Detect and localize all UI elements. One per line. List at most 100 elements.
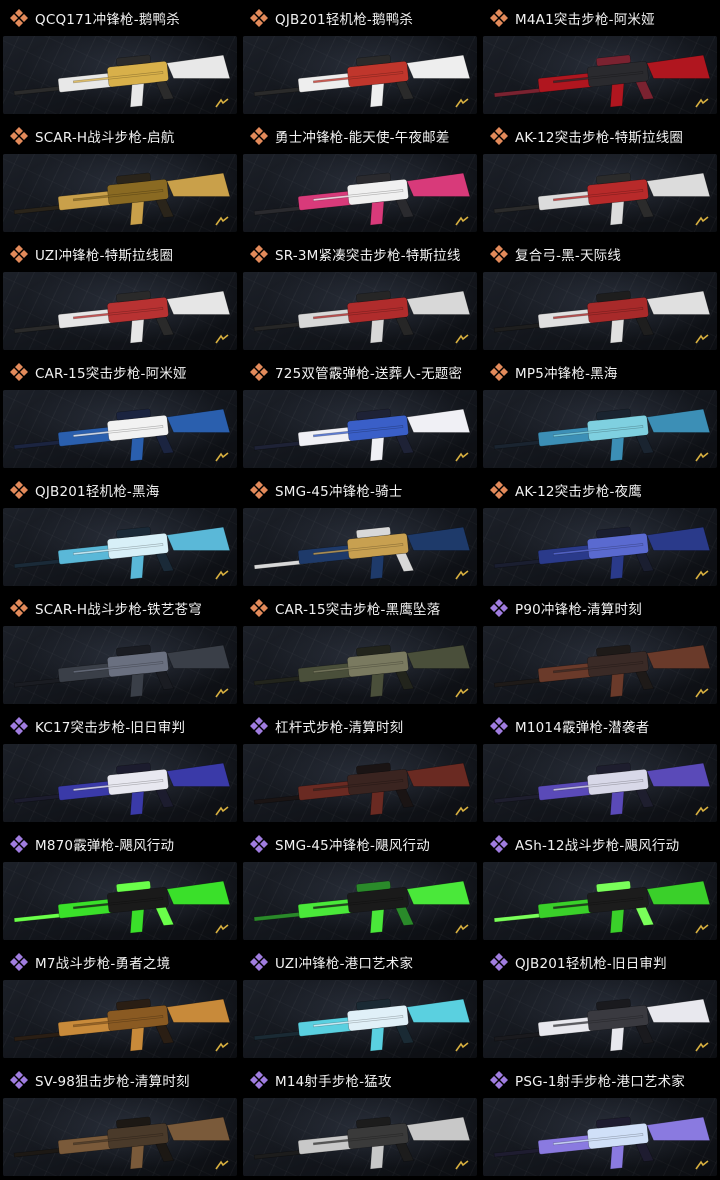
skin-card-25[interactable]: M7战斗步枪-勇者之境 <box>0 944 240 1062</box>
orange-diamond-rarity-icon <box>250 363 268 381</box>
skin-card-header: 勇士冲锋枪-能天使-午夜邮差 <box>243 118 477 154</box>
corner-mark-icon <box>455 570 469 580</box>
skin-card-header: ASh-12战斗步枪-飓风行动 <box>483 826 717 862</box>
skin-card-19[interactable]: KC17突击步枪-旧日审判 <box>0 708 240 826</box>
skin-card-3[interactable]: M4A1突击步枪-阿米娅 <box>480 0 720 118</box>
corner-mark-icon <box>695 98 709 108</box>
skin-card-17[interactable]: CAR-15突击步枪-黑鹰坠落 <box>240 590 480 708</box>
purple-diamond-rarity-icon <box>250 717 268 735</box>
purple-diamond-rarity-icon <box>250 953 268 971</box>
corner-mark-icon <box>455 1042 469 1052</box>
skin-card-13[interactable]: QJB201轻机枪-黑海 <box>0 472 240 590</box>
corner-mark-icon <box>455 98 469 108</box>
weapon-illustration <box>13 644 231 698</box>
weapon-preview-image <box>3 154 237 232</box>
weapon-preview-image <box>243 36 477 114</box>
skin-card-6[interactable]: AK-12突击步枪-特斯拉线圈 <box>480 118 720 236</box>
skin-title: SR-3M紧凑突击步枪-特斯拉线 <box>275 248 461 264</box>
skin-title: SCAR-H战斗步枪-铁艺苍穹 <box>35 602 202 618</box>
skin-card-30[interactable]: PSG-1射手步枪-港口艺术家 <box>480 1062 720 1180</box>
skin-card-28[interactable]: SV-98狙击步枪-清算时刻 <box>0 1062 240 1180</box>
weapon-preview-image <box>483 1098 717 1176</box>
weapon-illustration <box>493 54 711 108</box>
skin-card-4[interactable]: SCAR-H战斗步枪-启航 <box>0 118 240 236</box>
skin-card-5[interactable]: 勇士冲锋枪-能天使-午夜邮差 <box>240 118 480 236</box>
corner-mark-icon <box>455 1160 469 1170</box>
orange-diamond-rarity-icon <box>250 481 268 499</box>
weapon-illustration <box>253 526 471 580</box>
weapon-preview-image <box>3 1098 237 1176</box>
weapon-illustration <box>13 54 231 108</box>
weapon-preview-image <box>243 390 477 468</box>
skin-card-header: AK-12突击步枪-特斯拉线圈 <box>483 118 717 154</box>
weapon-preview-image <box>3 508 237 586</box>
skin-card-22[interactable]: M870霰弹枪-飓风行动 <box>0 826 240 944</box>
purple-diamond-rarity-icon <box>490 717 508 735</box>
orange-diamond-rarity-icon <box>490 127 508 145</box>
skin-title: CAR-15突击步枪-阿米娅 <box>35 366 187 382</box>
purple-diamond-rarity-icon <box>490 1071 508 1089</box>
weapon-illustration <box>253 762 471 816</box>
skin-card-1[interactable]: QCQ171冲锋枪-鹅鸭杀 <box>0 0 240 118</box>
skin-title: PSG-1射手步枪-港口艺术家 <box>515 1074 686 1090</box>
corner-mark-icon <box>215 924 229 934</box>
corner-mark-icon <box>215 334 229 344</box>
weapon-preview-image <box>243 1098 477 1176</box>
orange-diamond-rarity-icon <box>250 9 268 27</box>
orange-diamond-rarity-icon <box>10 9 28 27</box>
skin-card-16[interactable]: SCAR-H战斗步枪-铁艺苍穹 <box>0 590 240 708</box>
skin-card-23[interactable]: SMG-45冲锋枪-飓风行动 <box>240 826 480 944</box>
weapon-illustration <box>13 172 231 226</box>
skin-card-9[interactable]: 复合弓-黑-天际线 <box>480 236 720 354</box>
corner-mark-icon <box>695 570 709 580</box>
weapon-illustration <box>13 880 231 934</box>
weapon-illustration <box>253 1116 471 1170</box>
skin-card-29[interactable]: M14射手步枪-猛攻 <box>240 1062 480 1180</box>
purple-diamond-rarity-icon <box>250 1071 268 1089</box>
skin-title: UZI冲锋枪-港口艺术家 <box>275 956 414 972</box>
weapon-illustration <box>493 1116 711 1170</box>
corner-mark-icon <box>455 688 469 698</box>
skin-card-header: SV-98狙击步枪-清算时刻 <box>3 1062 237 1098</box>
weapon-preview-image <box>243 744 477 822</box>
skin-title: QJB201轻机枪-黑海 <box>35 484 160 500</box>
skin-card-header: KC17突击步枪-旧日审判 <box>3 708 237 744</box>
weapon-preview-image <box>243 980 477 1058</box>
corner-mark-icon <box>455 216 469 226</box>
skin-card-11[interactable]: 725双管霰弹枪-送葬人-无题密 <box>240 354 480 472</box>
skin-card-header: SMG-45冲锋枪-骑士 <box>243 472 477 508</box>
skin-title: 复合弓-黑-天际线 <box>515 248 622 264</box>
skin-card-15[interactable]: AK-12突击步枪-夜鹰 <box>480 472 720 590</box>
skin-card-header: UZI冲锋枪-港口艺术家 <box>243 944 477 980</box>
corner-mark-icon <box>455 806 469 816</box>
corner-mark-icon <box>455 334 469 344</box>
corner-mark-icon <box>455 924 469 934</box>
skin-card-27[interactable]: QJB201轻机枪-旧日审判 <box>480 944 720 1062</box>
skin-card-12[interactable]: MP5冲锋枪-黑海 <box>480 354 720 472</box>
skin-card-24[interactable]: ASh-12战斗步枪-飓风行动 <box>480 826 720 944</box>
skin-card-26[interactable]: UZI冲锋枪-港口艺术家 <box>240 944 480 1062</box>
weapon-preview-image <box>243 862 477 940</box>
skin-card-8[interactable]: SR-3M紧凑突击步枪-特斯拉线 <box>240 236 480 354</box>
skin-title: QJB201轻机枪-旧日审判 <box>515 956 667 972</box>
weapon-illustration <box>253 54 471 108</box>
skin-card-10[interactable]: CAR-15突击步枪-阿米娅 <box>0 354 240 472</box>
corner-mark-icon <box>695 1042 709 1052</box>
skin-card-20[interactable]: 杠杆式步枪-清算时刻 <box>240 708 480 826</box>
weapon-illustration <box>493 526 711 580</box>
skin-title: M1014霰弹枪-潜袭者 <box>515 720 650 736</box>
skin-card-header: 725双管霰弹枪-送葬人-无题密 <box>243 354 477 390</box>
orange-diamond-rarity-icon <box>10 127 28 145</box>
skin-card-18[interactable]: P90冲锋枪-清算时刻 <box>480 590 720 708</box>
corner-mark-icon <box>695 1160 709 1170</box>
weapon-preview-image <box>3 626 237 704</box>
skin-card-7[interactable]: UZI冲锋枪-特斯拉线圈 <box>0 236 240 354</box>
skin-card-2[interactable]: QJB201轻机枪-鹅鸭杀 <box>240 0 480 118</box>
weapon-illustration <box>493 880 711 934</box>
skin-card-header: PSG-1射手步枪-港口艺术家 <box>483 1062 717 1098</box>
orange-diamond-rarity-icon <box>490 9 508 27</box>
skin-title: QCQ171冲锋枪-鹅鸭杀 <box>35 12 180 28</box>
skin-card-21[interactable]: M1014霰弹枪-潜袭者 <box>480 708 720 826</box>
weapon-illustration <box>253 998 471 1052</box>
skin-card-14[interactable]: SMG-45冲锋枪-骑士 <box>240 472 480 590</box>
